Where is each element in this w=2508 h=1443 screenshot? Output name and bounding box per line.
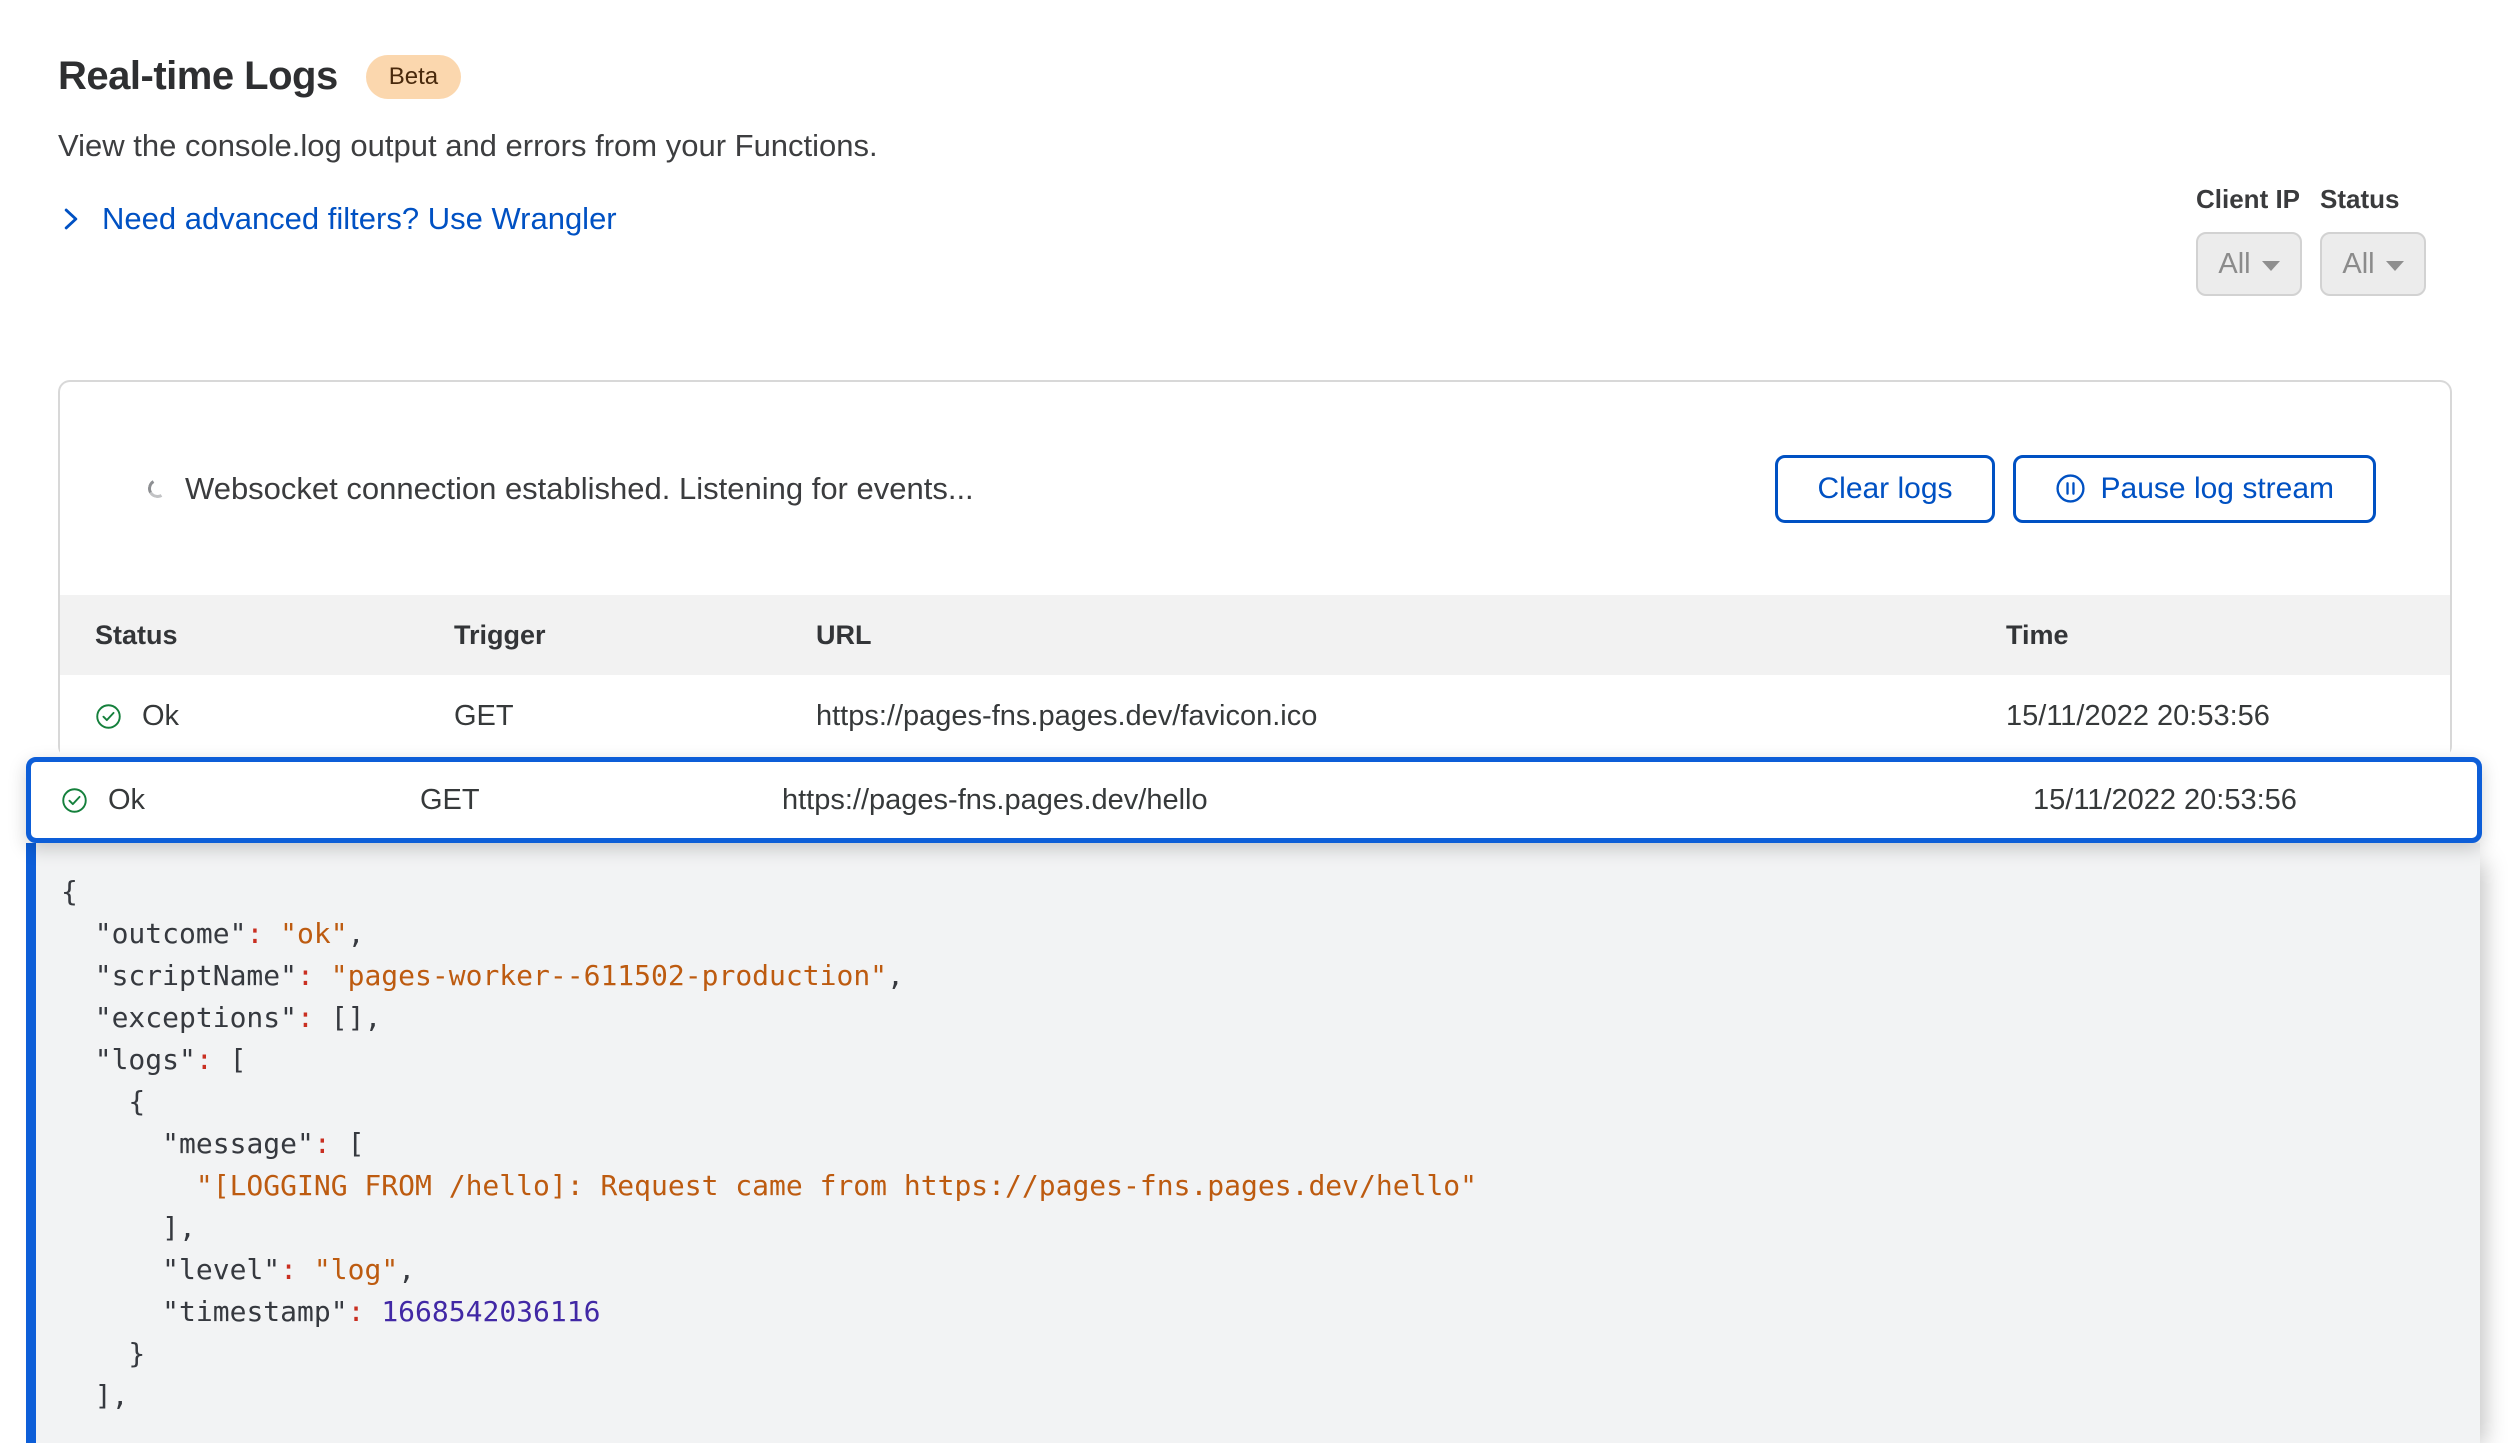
log-row-time: 15/11/2022 20:53:56 bbox=[2006, 700, 2450, 733]
client-ip-filter-label: Client IP bbox=[2196, 184, 2302, 215]
log-json-line: "[LOGGING FROM /hello]: Request came fro… bbox=[61, 1165, 2480, 1207]
status-filter-label: Status bbox=[2320, 184, 2426, 215]
log-json-line: "timestamp": 1668542036116 bbox=[61, 1291, 2480, 1333]
column-header-url: URL bbox=[816, 620, 2006, 651]
clear-logs-label: Clear logs bbox=[1817, 472, 1952, 506]
client-ip-filter-value: All bbox=[2218, 248, 2250, 281]
check-circle-icon bbox=[61, 787, 88, 814]
log-panel: Websocket connection established. Listen… bbox=[58, 380, 2452, 758]
status-label: Ok bbox=[108, 784, 145, 817]
log-row-trigger: GET bbox=[420, 784, 782, 817]
pause-circle-icon bbox=[2055, 473, 2086, 504]
log-detail-panel: { "outcome": "ok", "scriptName": "pages-… bbox=[26, 843, 2480, 1443]
log-json-line: "exceptions": [], bbox=[61, 997, 2480, 1039]
column-header-time: Time bbox=[2006, 620, 2450, 651]
websocket-status-text: Websocket connection established. Listen… bbox=[185, 471, 974, 507]
filter-group-client-ip: Client IP All bbox=[2196, 184, 2302, 296]
log-json-line: "logs": [ bbox=[61, 1039, 2480, 1081]
log-row-trigger: GET bbox=[454, 700, 816, 733]
log-json-line: "level": "log", bbox=[61, 1249, 2480, 1291]
log-table-header: Status Trigger URL Time bbox=[60, 595, 2450, 675]
log-json-line: { bbox=[61, 1081, 2480, 1123]
page-description: View the console.log output and errors f… bbox=[58, 128, 878, 164]
beta-badge: Beta bbox=[366, 55, 461, 99]
log-row-status: Ok bbox=[95, 700, 454, 733]
log-json-line: ], bbox=[61, 1207, 2480, 1249]
websocket-status: Websocket connection established. Listen… bbox=[148, 471, 974, 507]
log-row-status: Ok bbox=[61, 784, 420, 817]
check-circle-icon bbox=[95, 703, 122, 730]
spinner-icon bbox=[146, 477, 169, 500]
log-row-time: 15/11/2022 20:53:56 bbox=[2033, 784, 2477, 817]
column-header-trigger: Trigger bbox=[454, 620, 816, 651]
log-panel-toolbar: Websocket connection established. Listen… bbox=[60, 382, 2450, 595]
wrangler-filters-link[interactable]: Need advanced filters? Use Wrangler bbox=[60, 201, 617, 237]
filter-group-status: Status All bbox=[2320, 184, 2426, 296]
log-row-url: https://pages-fns.pages.dev/hello bbox=[782, 784, 2033, 817]
expanded-log-entry: Ok GET https://pages-fns.pages.dev/hello… bbox=[26, 757, 2482, 843]
log-json-line: "message": [ bbox=[61, 1123, 2480, 1165]
log-table-body: Ok GEThttps://pages-fns.pages.dev/favicon… bbox=[60, 675, 2450, 757]
log-json-line: "scriptName": "pages-worker--611502-prod… bbox=[61, 955, 2480, 997]
log-json-line: } bbox=[61, 1333, 2480, 1375]
log-json-line: ], bbox=[61, 1375, 2480, 1417]
panel-buttons: Clear logs Pause log stream bbox=[1775, 455, 2376, 523]
log-row[interactable]: Ok GEThttps://pages-fns.pages.dev/favicon… bbox=[60, 675, 2450, 757]
page-title: Real-time Logs bbox=[58, 54, 338, 99]
pause-log-stream-button[interactable]: Pause log stream bbox=[2013, 455, 2376, 523]
status-filter-value: All bbox=[2342, 248, 2374, 281]
column-header-status: Status bbox=[95, 620, 454, 651]
log-json-line: { bbox=[61, 871, 2480, 913]
page-header: Real-time Logs Beta bbox=[58, 54, 461, 99]
pause-log-stream-label: Pause log stream bbox=[2101, 472, 2334, 506]
client-ip-filter-dropdown[interactable]: All bbox=[2196, 232, 2302, 296]
chevron-right-icon bbox=[60, 206, 82, 232]
chevron-down-icon bbox=[2386, 261, 2404, 271]
status-label: Ok bbox=[142, 700, 179, 733]
log-row-url: https://pages-fns.pages.dev/favicon.ico bbox=[816, 700, 2006, 733]
chevron-down-icon bbox=[2262, 261, 2280, 271]
status-filter-dropdown[interactable]: All bbox=[2320, 232, 2426, 296]
wrangler-link-label: Need advanced filters? Use Wrangler bbox=[102, 201, 617, 237]
log-json: { "outcome": "ok", "scriptName": "pages-… bbox=[61, 871, 2480, 1417]
clear-logs-button[interactable]: Clear logs bbox=[1775, 455, 1994, 523]
log-json-line: "outcome": "ok", bbox=[61, 913, 2480, 955]
log-row-selected[interactable]: Ok GET https://pages-fns.pages.dev/hello… bbox=[26, 757, 2482, 843]
